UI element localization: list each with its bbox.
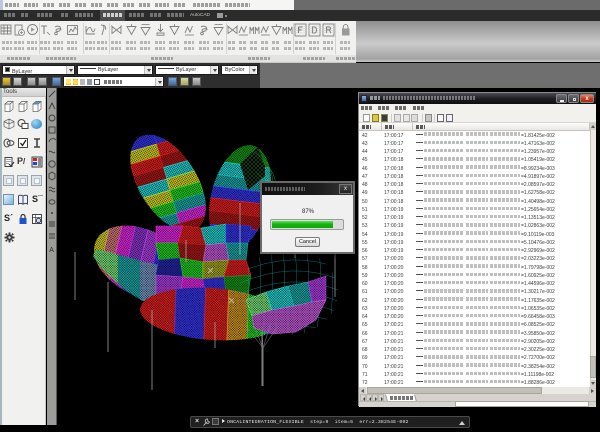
svg-text:A: A (49, 247, 54, 254)
